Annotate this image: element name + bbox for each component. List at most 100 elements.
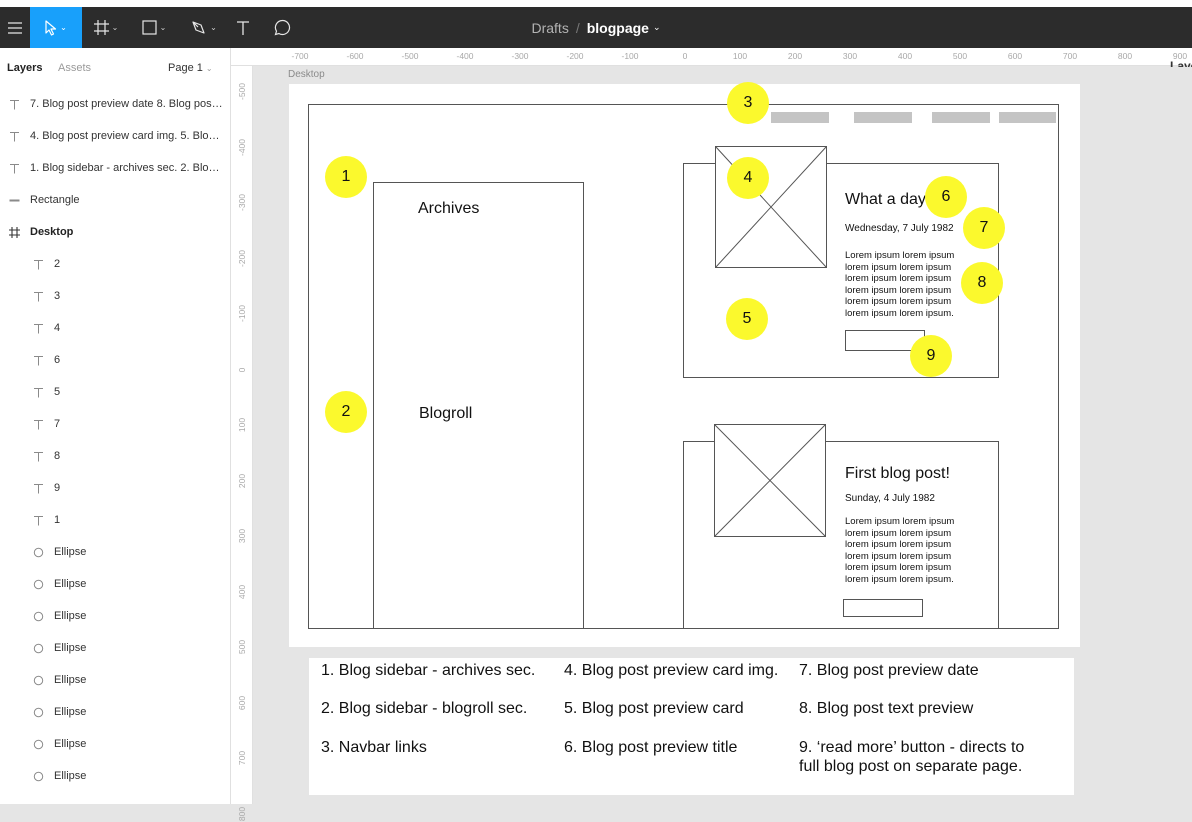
ellipse-icon bbox=[30, 739, 46, 750]
layer-name: 7 bbox=[54, 418, 61, 430]
layer-name: Ellipse bbox=[54, 578, 87, 590]
annotation-marker[interactable]: 9 bbox=[910, 335, 952, 377]
tab-layers[interactable]: Layers bbox=[7, 62, 42, 74]
text-icon bbox=[30, 451, 46, 462]
legend-item: 7. Blog post preview date bbox=[799, 662, 979, 679]
navbar-link-placeholder[interactable] bbox=[999, 112, 1056, 123]
text-icon bbox=[30, 355, 46, 366]
layer-row[interactable]: 2 bbox=[0, 248, 231, 280]
annotation-marker[interactable]: 3 bbox=[727, 82, 769, 124]
legend-item: 2. Blog sidebar - blogroll sec. bbox=[321, 700, 528, 717]
layer-row[interactable]: 4. Blog post preview card img. 5. Blog p… bbox=[0, 120, 231, 152]
layer-row[interactable]: 4 bbox=[0, 312, 231, 344]
annotation-marker[interactable]: 2 bbox=[325, 391, 367, 433]
layer-row[interactable]: 1 bbox=[0, 504, 231, 536]
layer-row[interactable]: Ellipse bbox=[0, 632, 231, 664]
layer-name: Rectangle bbox=[30, 194, 80, 206]
ellipse-icon bbox=[30, 547, 46, 558]
layer-name: Ellipse bbox=[54, 706, 87, 718]
layer-name: 8 bbox=[54, 450, 61, 462]
ellipse-icon bbox=[30, 611, 46, 622]
lorem-line: Lorem ipsum lorem ipsum bbox=[845, 516, 955, 527]
layer-row[interactable]: Ellipse bbox=[0, 696, 231, 728]
annotation-marker[interactable]: 8 bbox=[961, 262, 1003, 304]
layer-row[interactable]: Rectangle bbox=[0, 184, 231, 216]
navbar-link-placeholder[interactable] bbox=[932, 112, 990, 123]
window-top-strip bbox=[0, 0, 1192, 7]
layer-name: 4 bbox=[54, 322, 61, 334]
lorem-line: lorem ipsum lorem ipsum bbox=[845, 273, 952, 284]
layer-row[interactable]: 8 bbox=[0, 440, 231, 472]
ellipse-icon bbox=[30, 579, 46, 590]
rectangle-icon bbox=[6, 195, 22, 206]
layer-name: 7. Blog post preview date 8. Blog post t… bbox=[30, 98, 225, 110]
annotation-marker[interactable]: 5 bbox=[726, 298, 768, 340]
ruler-tick-label: 500 bbox=[952, 51, 968, 61]
layer-row[interactable]: Ellipse bbox=[0, 600, 231, 632]
tab-assets[interactable]: Assets bbox=[58, 62, 91, 74]
annotation-marker[interactable]: 6 bbox=[925, 176, 967, 218]
ruler-tick-label: -700 bbox=[291, 51, 309, 61]
navbar-link-placeholder[interactable] bbox=[771, 112, 829, 123]
annotation-marker[interactable]: 1 bbox=[325, 156, 367, 198]
ruler-tick-label: -500 bbox=[237, 82, 247, 100]
layer-name: Ellipse bbox=[54, 546, 87, 558]
text-icon bbox=[30, 387, 46, 398]
breadcrumb-folder[interactable]: Drafts bbox=[531, 20, 568, 36]
legend-item: 4. Blog post preview card img. bbox=[564, 662, 779, 679]
ruler-tick-label: 500 bbox=[237, 639, 247, 655]
layer-name: 5 bbox=[54, 386, 61, 398]
layer-row[interactable]: Desktop bbox=[0, 216, 231, 248]
layer-row[interactable]: Ellipse bbox=[0, 728, 231, 760]
text-icon bbox=[30, 259, 46, 270]
annotation-marker[interactable]: 4 bbox=[727, 157, 769, 199]
chevron-down-icon: ⌄ bbox=[205, 64, 213, 73]
toolbar: ⌄ ⌄ ⌄ ⌄ Drafts / blogpage ⌄ bbox=[0, 7, 1192, 48]
layer-row[interactable]: Ellipse bbox=[0, 760, 231, 792]
post-preview-date: Sunday, 4 July 1982 bbox=[845, 493, 935, 504]
file-name[interactable]: blogpage bbox=[587, 20, 649, 36]
sidebar-archives-heading: Archives bbox=[418, 200, 480, 217]
ellipse-icon bbox=[30, 643, 46, 654]
text-icon bbox=[6, 163, 22, 174]
ruler-tick-label: 600 bbox=[237, 695, 247, 710]
lorem-line: lorem ipsum lorem ipsum bbox=[845, 527, 952, 539]
layer-row[interactable]: 7. Blog post preview date 8. Blog post t… bbox=[0, 88, 231, 120]
page-selector[interactable]: Page 1 ⌄ bbox=[168, 62, 213, 74]
image-placeholder-icon bbox=[714, 424, 826, 537]
layer-row[interactable]: 6 bbox=[0, 344, 231, 376]
ruler-tick-label: 700 bbox=[1062, 51, 1078, 61]
blog-sidebar[interactable] bbox=[373, 182, 584, 629]
layer-row[interactable]: Ellipse bbox=[0, 664, 231, 696]
vertical-ruler: -500 -400 -300 -200 -100 0 100 200 300 400 500 600 7… bbox=[231, 66, 253, 821]
post-preview-title: First blog post! bbox=[845, 465, 950, 482]
layer-row[interactable]: 1. Blog sidebar - archives sec. 2. Blog … bbox=[0, 152, 231, 184]
ruler-tick-label: 200 bbox=[237, 473, 247, 488]
layer-name: 2 bbox=[54, 258, 61, 270]
navbar-link-placeholder[interactable] bbox=[854, 112, 912, 123]
ruler-tick-label: 100 bbox=[237, 417, 247, 433]
frame-icon bbox=[6, 226, 22, 238]
layer-row[interactable]: 3 bbox=[0, 280, 231, 312]
ruler-tick-label: 300 bbox=[237, 528, 247, 544]
page-name: Page 1 bbox=[168, 62, 203, 74]
ellipse-icon bbox=[30, 771, 46, 782]
post-preview-text: Lorem ipsum lorem ipsum lorem ipsum lore… bbox=[845, 250, 954, 319]
layer-name: 4. Blog post preview card img. 5. Blog p… bbox=[30, 130, 225, 142]
layer-row[interactable]: 7 bbox=[0, 408, 231, 440]
annotation-marker[interactable]: 7 bbox=[963, 207, 1005, 249]
ruler-tick-label: 600 bbox=[1007, 51, 1023, 61]
frame-label[interactable]: Desktop bbox=[288, 69, 325, 80]
lorem-line: lorem ipsum lorem ipsum bbox=[845, 562, 952, 573]
layer-name: Ellipse bbox=[54, 674, 87, 686]
layer-row[interactable]: 9 bbox=[0, 472, 231, 504]
layer-row[interactable]: Ellipse bbox=[0, 536, 231, 568]
layers-panel: Layers Assets Page 1 ⌄ 7. Blog post previ… bbox=[0, 48, 231, 804]
layer-row[interactable]: Ellipse bbox=[0, 568, 231, 600]
legend-item: 5. Blog post preview card bbox=[564, 700, 744, 717]
ruler-tick-label: -200 bbox=[237, 249, 247, 267]
layer-row[interactable]: 5 bbox=[0, 376, 231, 408]
layer-name: 1. Blog sidebar - archives sec. 2. Blog … bbox=[30, 162, 225, 174]
read-more-button[interactable] bbox=[843, 599, 923, 617]
chevron-down-icon[interactable]: ⌄ bbox=[653, 22, 661, 33]
